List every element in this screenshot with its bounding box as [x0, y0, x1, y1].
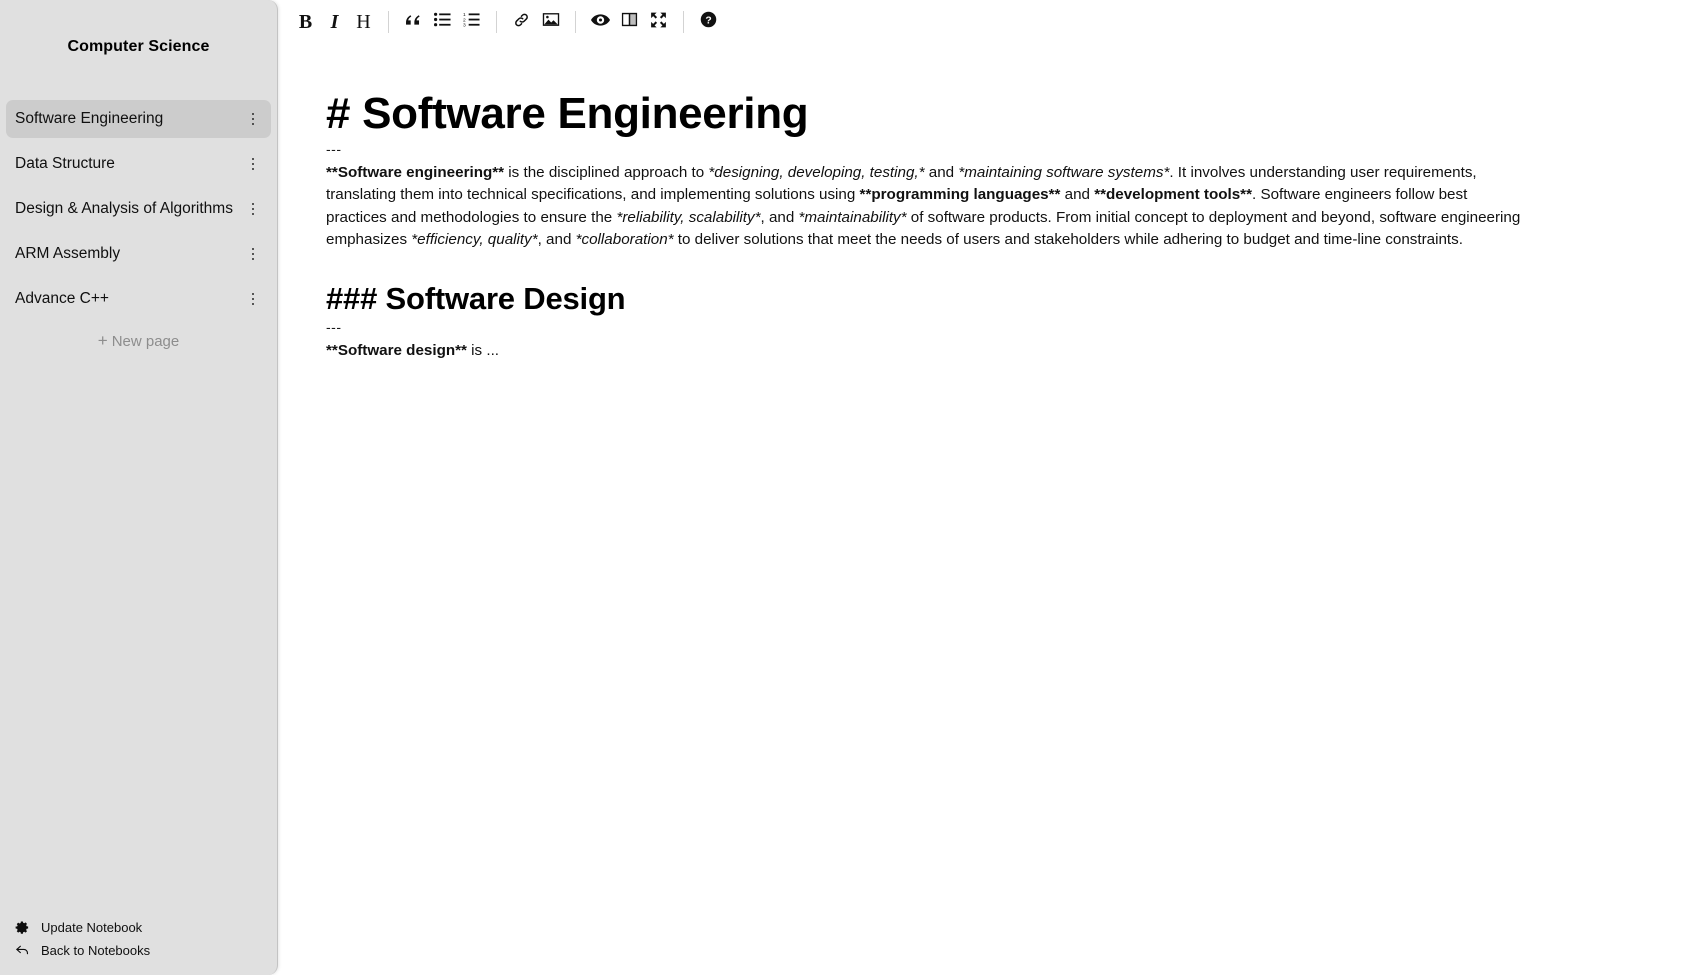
italic-button[interactable]: I [320, 8, 349, 37]
segment-bold: **Software design** [326, 341, 467, 359]
segment-text: , and [760, 208, 799, 226]
back-to-notebooks-label: Back to Notebooks [41, 942, 151, 958]
segment-italic: *efficiency, quality* [411, 231, 538, 249]
segment-bold: **development tools** [1094, 186, 1253, 204]
segment-italic: *reliability, scalability* [616, 208, 761, 226]
horizontal-rule-text: --- [326, 140, 342, 157]
segment-italic: *collaboration* [575, 231, 674, 249]
sidebar-item-design-analysis-of-algorithms[interactable]: Design & Analysis of Algorithms [6, 190, 271, 228]
sidebar-item-advance-cpp[interactable]: Advance C++ [6, 280, 271, 318]
segment-bold: **Software engineering** [326, 163, 505, 181]
sidebar-item-label: Advance C++ [15, 291, 109, 307]
svg-text:2: 2 [463, 17, 466, 23]
more-options-icon[interactable] [246, 155, 260, 173]
editor-toolbar: B I H 1 2 3 ? [278, 0, 1685, 44]
svg-text:?: ? [705, 15, 711, 26]
quote-icon [405, 12, 422, 32]
toolbar-divider [388, 11, 389, 33]
help-icon: ? [700, 11, 717, 33]
fullscreen-icon [650, 12, 667, 33]
split-view-icon [621, 12, 638, 32]
segment-italic: *designing, developing, testing,* [708, 163, 925, 181]
new-page-button[interactable]: + New page [6, 329, 271, 353]
image-button[interactable] [536, 8, 565, 37]
unordered-list-button[interactable] [428, 8, 457, 37]
segment-text: and [924, 163, 959, 181]
more-options-icon[interactable] [246, 245, 260, 263]
notebook-title: Computer Science [67, 38, 210, 55]
page-list: Software Engineering Data Structure Desi… [0, 100, 277, 353]
eye-icon [591, 13, 610, 32]
segment-text: and [1060, 186, 1095, 204]
plus-icon: + [97, 330, 108, 350]
fullscreen-button[interactable] [644, 8, 673, 37]
main-area: B I H 1 2 3 ? # Software Engineering ---… [278, 0, 1685, 975]
back-arrow-icon [14, 942, 31, 959]
numbered-list-icon: 1 2 3 [463, 12, 480, 32]
image-icon [542, 12, 560, 32]
segment-italic: *maintainability* [798, 208, 907, 226]
more-options-icon[interactable] [246, 200, 260, 218]
more-options-icon[interactable] [246, 110, 260, 128]
paragraph-software-engineering: **Software engineering** is the discipli… [326, 162, 1526, 252]
sidebar-item-label: Software Engineering [15, 111, 164, 127]
svg-text:1: 1 [463, 12, 466, 18]
sidebar-item-software-engineering[interactable]: Software Engineering [6, 100, 271, 138]
toolbar-divider [575, 11, 576, 33]
more-options-icon[interactable] [246, 290, 260, 308]
sidebar-item-label: Design & Analysis of Algorithms [15, 201, 233, 217]
app-root: Computer Science Software Engineering Da… [0, 0, 1685, 975]
new-page-label: New page [111, 332, 180, 350]
update-notebook-button[interactable]: Update Notebook [14, 916, 263, 938]
heading-icon: H [356, 11, 371, 33]
sidebar-item-data-structure[interactable]: Data Structure [6, 145, 271, 183]
segment-text: to deliver solutions that meet the needs… [673, 231, 1463, 249]
heading-button[interactable]: H [349, 8, 378, 37]
sidebar-item-label: Data Structure [15, 156, 115, 172]
segment-text: , and [537, 231, 576, 249]
segment-text: is ... [466, 341, 500, 359]
heading-level-1: # Software Engineering [326, 89, 809, 138]
gear-icon [14, 919, 31, 936]
markdown-editor[interactable]: # Software Engineering --- **Software en… [278, 44, 1685, 975]
sidebar-item-arm-assembly[interactable]: ARM Assembly [6, 235, 271, 273]
link-icon [513, 12, 530, 33]
back-to-notebooks-button[interactable]: Back to Notebooks [14, 939, 263, 961]
side-by-side-button[interactable] [615, 8, 644, 37]
bold-icon: B [298, 11, 313, 33]
bullet-list-icon [434, 12, 451, 32]
sidebar-footer: Update Notebook Back to Notebooks [0, 916, 277, 961]
sidebar: Computer Science Software Engineering Da… [0, 0, 278, 975]
link-button[interactable] [507, 8, 536, 37]
document-body: # Software Engineering --- **Software en… [326, 90, 1526, 362]
svg-text:3: 3 [463, 23, 466, 27]
segment-italic: *maintaining software systems* [958, 163, 1170, 181]
ordered-list-button[interactable]: 1 2 3 [457, 8, 486, 37]
help-button[interactable]: ? [694, 8, 723, 37]
horizontal-rule-text: --- [326, 318, 342, 335]
toolbar-divider [683, 11, 684, 33]
sidebar-item-label: ARM Assembly [15, 246, 121, 262]
italic-icon: I [330, 11, 339, 33]
toolbar-divider [496, 11, 497, 33]
quote-button[interactable] [399, 8, 428, 37]
paragraph-software-design: **Software design** is ... [326, 340, 1526, 363]
segment-text: is the disciplined approach to [504, 163, 709, 181]
heading-level-3: ### Software Design [326, 280, 626, 316]
preview-button[interactable] [586, 8, 615, 37]
bold-button[interactable]: B [291, 8, 320, 37]
segment-bold: **programming languages** [859, 186, 1061, 204]
update-notebook-label: Update Notebook [41, 919, 143, 935]
